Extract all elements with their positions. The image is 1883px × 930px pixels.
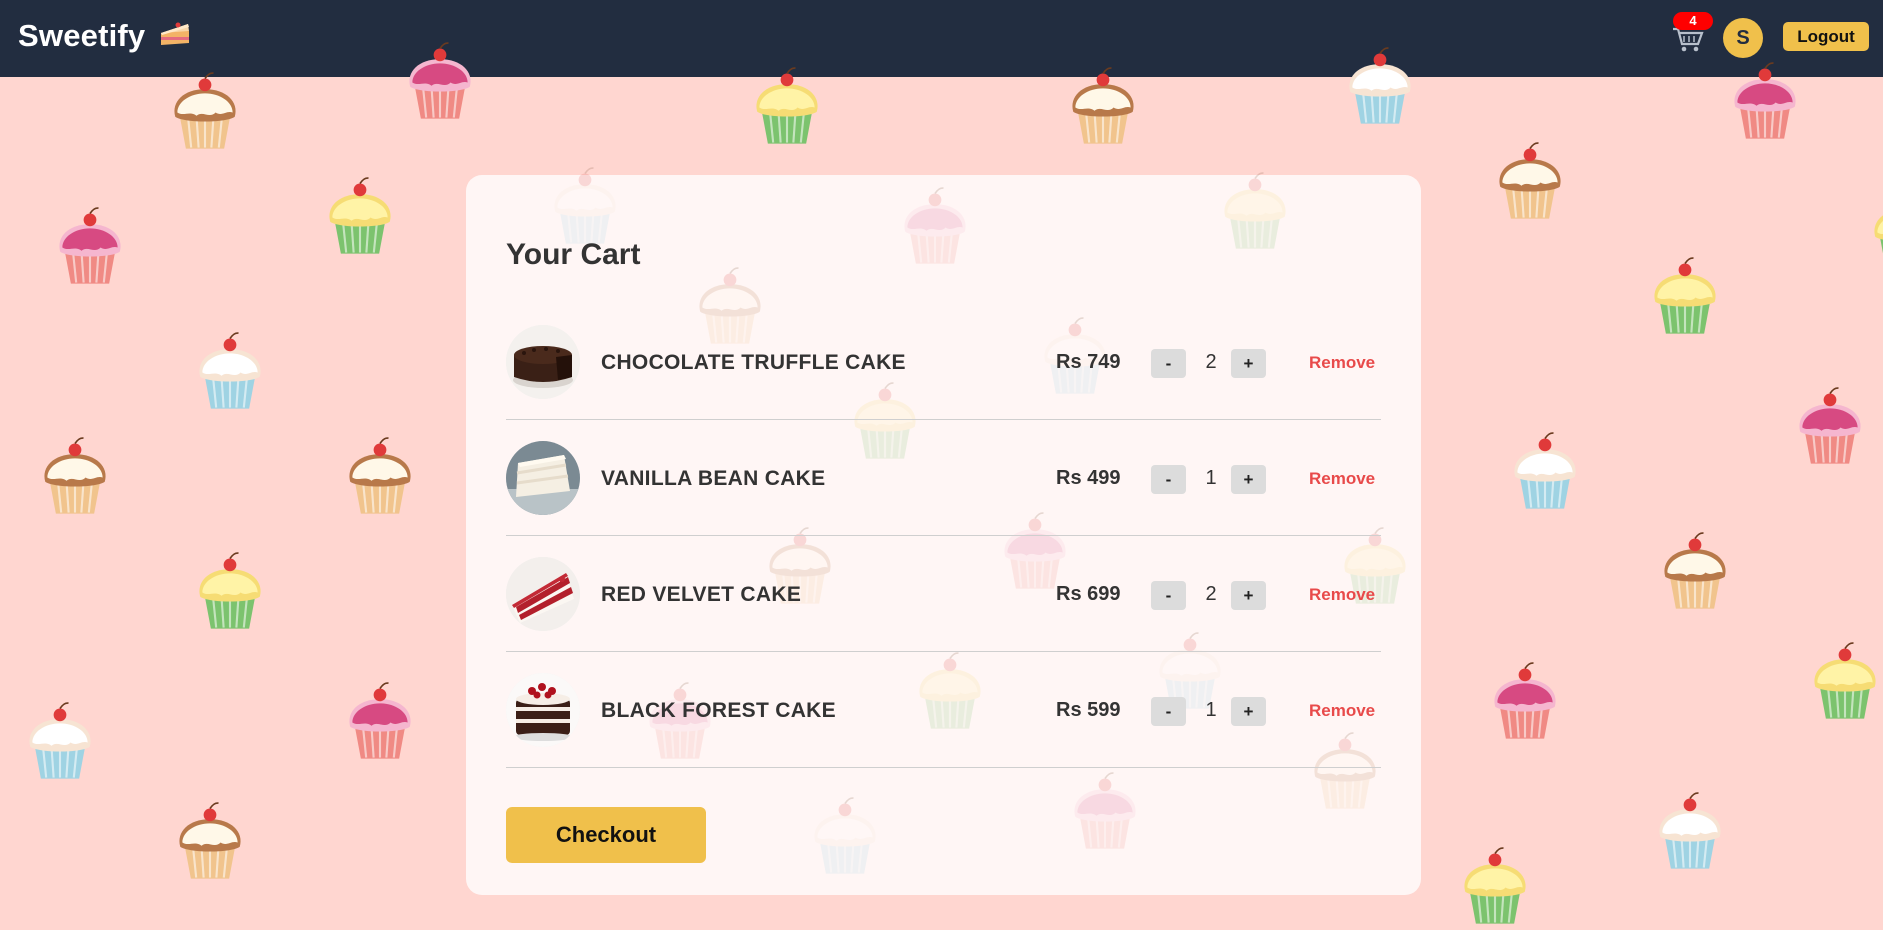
cake-slice-icon (158, 19, 192, 57)
decrease-quantity-button[interactable]: - (1151, 465, 1186, 494)
cupcake-decoration (1485, 140, 1575, 225)
cart-item-row: VANILLA BEAN CAKE Rs 499 - 1 + Remove (506, 419, 1381, 536)
cart-title: Your Cart (506, 238, 641, 271)
cupcake-decoration (165, 800, 255, 885)
cupcake-decoration (1785, 385, 1875, 470)
item-thumbnail (506, 325, 580, 399)
cart-item-row: BLACK FOREST CAKE Rs 599 - 1 + Remove (506, 651, 1381, 768)
cupcake-decoration (335, 435, 425, 520)
item-price: Rs 749 (1056, 351, 1121, 373)
cupcake-decoration (30, 435, 120, 520)
cupcake-decoration (160, 70, 250, 155)
item-price: Rs 699 (1056, 583, 1121, 605)
item-thumbnail (506, 673, 580, 747)
cupcake-decoration (185, 330, 275, 415)
remove-item-link[interactable]: Remove (1309, 469, 1375, 489)
item-name: VANILLA BEAN CAKE (601, 467, 826, 490)
item-quantity: 2 (1205, 583, 1217, 605)
user-avatar[interactable]: S (1723, 18, 1763, 58)
decrease-quantity-button[interactable]: - (1151, 697, 1186, 726)
cupcake-decoration (1645, 790, 1735, 875)
item-quantity: 1 (1205, 467, 1217, 489)
decrease-quantity-button[interactable]: - (1151, 581, 1186, 610)
cupcake-decoration (335, 680, 425, 765)
cupcake-decoration (1480, 660, 1570, 745)
cupcake-decoration (1650, 530, 1740, 615)
increase-quantity-button[interactable]: + (1231, 349, 1266, 378)
cupcake-decoration (742, 65, 832, 150)
item-thumbnail (506, 557, 580, 631)
logout-button[interactable]: Logout (1783, 22, 1869, 51)
remove-item-link[interactable]: Remove (1309, 701, 1375, 721)
cart-item-row: CHOCOLATE TRUFFLE CAKE Rs 749 - 2 + Remo… (506, 303, 1381, 420)
remove-item-link[interactable]: Remove (1309, 353, 1375, 373)
cupcake-decoration (1860, 190, 1883, 275)
cupcake-decoration (15, 700, 105, 785)
top-navbar: Sweetify (0, 0, 1883, 77)
increase-quantity-button[interactable]: + (1231, 697, 1266, 726)
item-price: Rs 599 (1056, 699, 1121, 721)
cupcake-decoration (1800, 640, 1883, 725)
remove-item-link[interactable]: Remove (1309, 585, 1375, 605)
increase-quantity-button[interactable]: + (1231, 465, 1266, 494)
cart-count-badge: 4 (1673, 12, 1713, 30)
cupcake-decoration (1640, 255, 1730, 340)
cupcake-decoration (45, 205, 135, 290)
decrease-quantity-button[interactable]: - (1151, 349, 1186, 378)
cupcake-decoration (185, 550, 275, 635)
cupcake-decoration (1058, 65, 1148, 150)
item-name: RED VELVET CAKE (601, 583, 802, 606)
increase-quantity-button[interactable]: + (1231, 581, 1266, 610)
item-name: CHOCOLATE TRUFFLE CAKE (601, 351, 906, 374)
cupcake-decoration (1500, 430, 1590, 515)
item-name: BLACK FOREST CAKE (601, 699, 836, 722)
cart-item-row: RED VELVET CAKE Rs 699 - 2 + Remove (506, 535, 1381, 652)
item-price: Rs 499 (1056, 467, 1121, 489)
brand-name: Sweetify (18, 18, 146, 53)
checkout-button[interactable]: Checkout (506, 807, 706, 863)
cupcake-decoration (1450, 845, 1540, 930)
item-quantity: 2 (1205, 351, 1217, 373)
item-quantity: 1 (1205, 699, 1217, 721)
item-thumbnail (506, 441, 580, 515)
brand-logo[interactable]: Sweetify (18, 18, 192, 57)
cupcake-decoration (315, 175, 405, 260)
